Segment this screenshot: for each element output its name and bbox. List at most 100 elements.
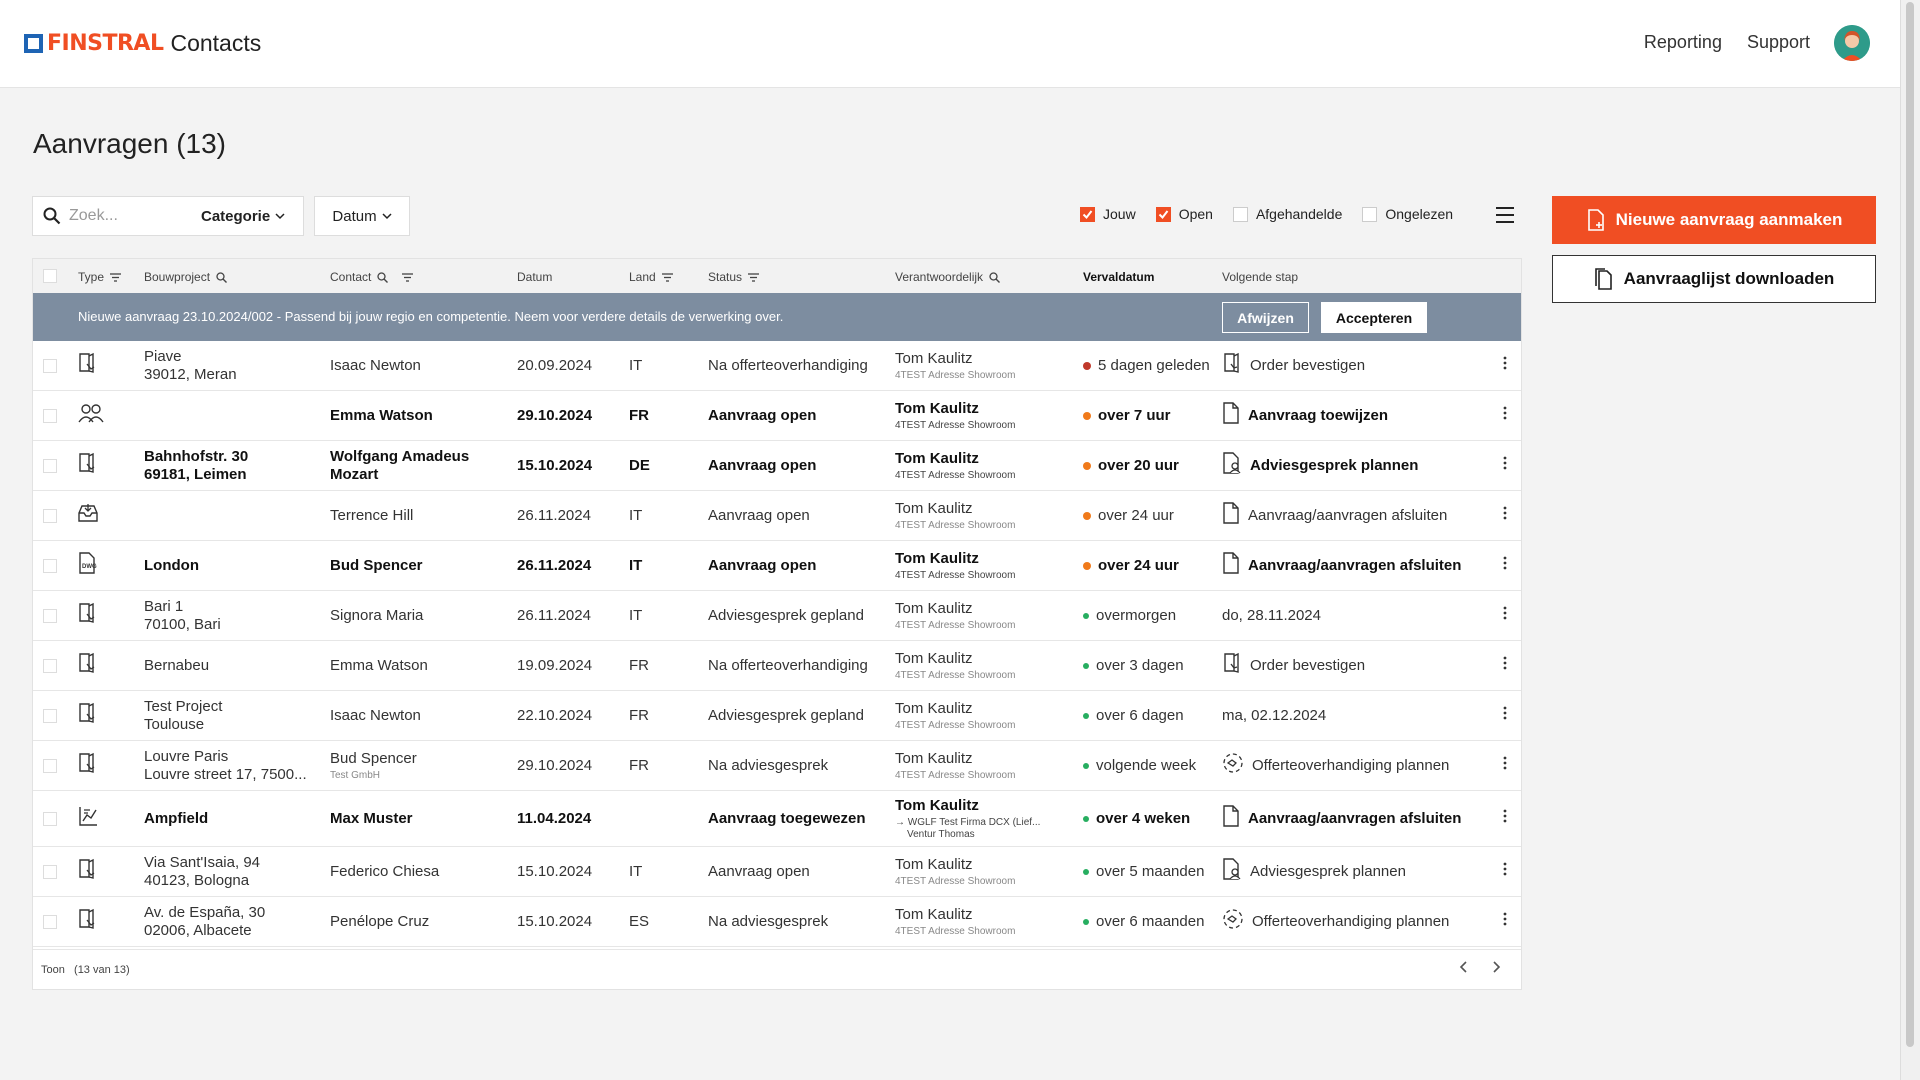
filter-icon[interactable]: [110, 272, 122, 282]
row-checkbox[interactable]: [43, 914, 57, 929]
search-icon[interactable]: [216, 271, 228, 283]
page-scrollbar[interactable]: [1900, 0, 1920, 1080]
date-dropdown[interactable]: Datum: [314, 196, 410, 236]
table-row[interactable]: Terrence Hill 26.11.2024 IT Aanvraag open To…: [33, 491, 1521, 541]
table-row[interactable]: Louvre Paris Louvre street 17, 7500... Bud…: [33, 741, 1521, 791]
next-step[interactable]: Offerteoverhandiging plannen: [1222, 908, 1492, 934]
row-checkbox[interactable]: [43, 408, 57, 423]
next-step-cell: Order bevestigen: [1222, 341, 1492, 390]
table-row[interactable]: Piave 39012, Meran Isaac Newton 20.09.2024 I…: [33, 341, 1521, 391]
next-step[interactable]: Offerteoverhandiging plannen: [1222, 752, 1492, 778]
filter-icon[interactable]: [402, 272, 414, 282]
next-step[interactable]: Aanvraag toewijzen: [1222, 402, 1492, 428]
responsible-name: Tom Kaulitz: [895, 449, 979, 467]
more-options-icon[interactable]: [1503, 606, 1507, 625]
next-step[interactable]: Order bevestigen: [1222, 352, 1492, 378]
next-step[interactable]: Aanvraag/aanvragen afsluiten: [1222, 552, 1492, 578]
nav-support[interactable]: Support: [1747, 32, 1810, 53]
category-dropdown[interactable]: Categorie: [201, 208, 285, 225]
table-row[interactable]: Via Sant'Isaia, 94 40123, Bologna Federico…: [33, 847, 1521, 897]
more-options-icon[interactable]: [1503, 756, 1507, 775]
table-row[interactable]: Emma Watson 29.10.2024 FR Aanvraag open Tom …: [33, 391, 1521, 441]
more-options-icon[interactable]: [1503, 809, 1507, 828]
project-line: Test Project: [144, 698, 223, 716]
header-contact[interactable]: Contact: [330, 270, 414, 284]
header-due[interactable]: Vervaldatum: [1083, 270, 1154, 284]
table-row[interactable]: Bahnhofstr. 30 69181, Leimen Wolfgang Amad…: [33, 441, 1521, 491]
more-options-icon[interactable]: [1503, 356, 1507, 375]
next-step[interactable]: Aanvraag/aanvragen afsluiten: [1222, 502, 1492, 528]
header-next[interactable]: Volgende stap: [1222, 270, 1298, 284]
table-row[interactable]: Bari 1 70100, Bari Signora Maria 26.11.2024…: [33, 591, 1521, 641]
checkbox-checked-icon[interactable]: [1155, 206, 1171, 222]
header-status[interactable]: Status: [708, 270, 760, 284]
filter-afgehandelde[interactable]: Afgehandelde: [1232, 206, 1342, 222]
search-icon[interactable]: [43, 207, 61, 225]
header-date[interactable]: Datum: [517, 270, 552, 284]
more-options-icon[interactable]: [1503, 912, 1507, 931]
row-checkbox[interactable]: [43, 811, 57, 826]
row-checkbox[interactable]: [43, 508, 57, 523]
next-step[interactable]: do, 28.11.2024: [1222, 607, 1492, 624]
table-row[interactable]: Ampfield Max Muster 11.04.2024 Aanvraag toe…: [33, 791, 1521, 847]
table-row[interactable]: Bernabeu Emma Watson 19.09.2024 FR Na offert…: [33, 641, 1521, 691]
search-input[interactable]: [69, 207, 189, 225]
more-options-icon[interactable]: [1503, 506, 1507, 525]
filter-icon[interactable]: [661, 272, 673, 282]
next-step-label: Aanvraag/aanvragen afsluiten: [1248, 506, 1448, 524]
more-options-icon[interactable]: [1503, 862, 1507, 881]
new-request-button[interactable]: Nieuwe aanvraag aanmaken: [1552, 196, 1876, 244]
filter-icon[interactable]: [748, 272, 760, 282]
row-checkbox[interactable]: [43, 358, 57, 373]
table-row[interactable]: DWG London Bud Spencer 26.11.2024 IT Aanvraag…: [33, 541, 1521, 591]
row-checkbox[interactable]: [43, 864, 57, 879]
row-checkbox[interactable]: [43, 708, 57, 723]
header-type[interactable]: Type: [78, 270, 122, 284]
header-project[interactable]: Bouwproject: [144, 270, 228, 284]
scrollbar-thumb[interactable]: [1906, 2, 1914, 1047]
reject-button[interactable]: Afwijzen: [1222, 302, 1309, 333]
header-land[interactable]: Land: [629, 270, 673, 284]
checkbox-checked-icon[interactable]: [1080, 206, 1095, 222]
search-icon[interactable]: [377, 271, 389, 283]
next-page-icon[interactable]: [1491, 960, 1501, 978]
header-responsible[interactable]: Verantwoordelijk: [895, 270, 1001, 284]
checkbox[interactable]: [1362, 206, 1378, 222]
table-row[interactable]: Av. de España, 30 02006, Albacete Penélope…: [33, 897, 1521, 947]
more-options-icon[interactable]: [1503, 406, 1507, 425]
row-checkbox[interactable]: [43, 558, 57, 573]
prev-page-icon[interactable]: [1459, 960, 1469, 978]
nav-reporting[interactable]: Reporting: [1644, 32, 1722, 53]
table-row[interactable]: Test Project Toulouse Isaac Newton 22.10.20…: [33, 691, 1521, 741]
user-avatar[interactable]: [1834, 25, 1870, 61]
row-checkbox[interactable]: [43, 458, 57, 473]
more-options-icon[interactable]: [1503, 656, 1507, 675]
more-options-icon[interactable]: [1503, 706, 1507, 725]
column-menu-icon[interactable]: [1494, 204, 1516, 226]
app-logo[interactable]: FINSTRAL Contacts: [24, 30, 261, 57]
search-box: Categorie: [32, 196, 304, 236]
accept-button[interactable]: Accepteren: [1321, 302, 1427, 333]
due-cell: over 6 dagen: [1083, 691, 1213, 740]
next-step[interactable]: ma, 02.12.2024: [1222, 707, 1492, 724]
more-options-icon[interactable]: [1503, 456, 1507, 475]
filter-open[interactable]: Open: [1155, 206, 1213, 222]
next-step[interactable]: Aanvraag/aanvragen afsluiten: [1222, 805, 1492, 831]
next-step[interactable]: Adviesgesprek plannen: [1222, 858, 1492, 884]
row-checkbox[interactable]: [43, 758, 57, 773]
more-options-icon[interactable]: [1503, 556, 1507, 575]
filter-ongelezen[interactable]: Ongelezen: [1362, 206, 1453, 222]
select-all-checkbox[interactable]: [43, 269, 57, 283]
row-select: [43, 791, 57, 846]
row-checkbox[interactable]: [43, 658, 57, 673]
next-step[interactable]: Adviesgesprek plannen: [1222, 452, 1492, 478]
next-step[interactable]: Order bevestigen: [1222, 652, 1492, 678]
row-checkbox[interactable]: [43, 608, 57, 623]
responsible-location: 4TEST Adresse Showroom: [895, 519, 1016, 531]
download-list-button[interactable]: Aanvraaglijst downloaden: [1552, 255, 1876, 303]
filter-jouw[interactable]: Jouw: [1080, 206, 1136, 222]
documents-icon: [1594, 268, 1612, 290]
checkbox[interactable]: [1232, 206, 1248, 222]
date-cell: 15.10.2024: [517, 456, 593, 474]
search-icon[interactable]: [989, 271, 1001, 283]
